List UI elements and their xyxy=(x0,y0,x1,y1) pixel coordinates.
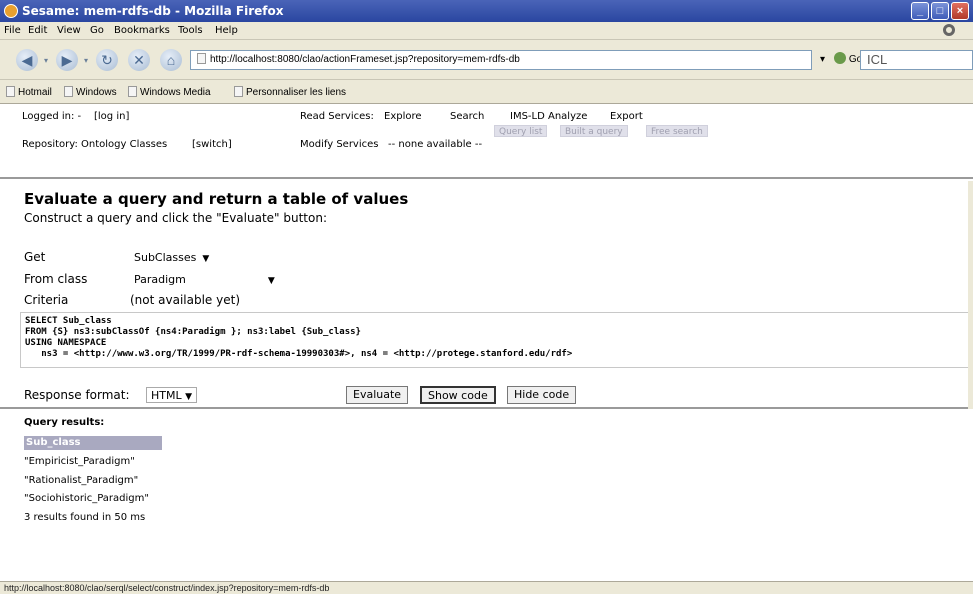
chevron-down-icon: ▼ xyxy=(185,392,193,402)
forward-icon[interactable]: ▶ xyxy=(56,49,78,71)
menu-edit[interactable]: Edit xyxy=(28,25,47,36)
chevron-down-icon: ▼ xyxy=(202,254,210,264)
chevron-down-icon: ▼ xyxy=(267,276,275,286)
bookmarks-toolbar: Hotmail Windows Windows Media Personnali… xyxy=(0,80,973,104)
tab-built-a-query[interactable]: Built a query xyxy=(560,125,628,137)
bookmark-windows-media[interactable]: Windows Media xyxy=(128,86,211,98)
url-bar[interactable]: http://localhost:8080/clao/actionFramese… xyxy=(190,50,812,70)
reload-icon[interactable]: ↻ xyxy=(96,49,118,71)
status-bar: http://localhost:8080/clao/serql/select/… xyxy=(0,581,973,594)
criteria-label: Criteria xyxy=(24,293,69,307)
repository-label: Repository: Ontology Classes xyxy=(22,139,168,150)
table-row: "Sociohistoric_Paradigm" xyxy=(24,493,149,504)
minimize-button[interactable]: _ xyxy=(911,2,929,20)
page-icon xyxy=(128,86,137,97)
explore-link[interactable]: Explore xyxy=(384,111,422,122)
navigation-toolbar: ◀ ▾ ▶ ▾ ↻ ✕ ⌂ http://localhost:8080/clao… xyxy=(0,40,973,80)
page-subtitle: Construct a query and click the "Evaluat… xyxy=(24,211,327,225)
results-column-header: Sub_class xyxy=(24,436,162,450)
page-icon xyxy=(64,86,73,97)
tab-query-list[interactable]: Query list xyxy=(494,125,548,137)
page-icon xyxy=(197,53,206,64)
window-title: Sesame: mem-rdfs-db - Mozilla Firefox xyxy=(22,4,284,18)
menu-go[interactable]: Go xyxy=(90,25,104,36)
get-select[interactable]: SubClasses ▼ xyxy=(134,251,209,264)
ims-ld-analyze-link[interactable]: IMS-LD Analyze xyxy=(510,111,587,122)
query-textarea[interactable]: SELECT Sub_class FROM {S} ns3:subClassOf… xyxy=(20,312,971,368)
response-format-label: Response format: xyxy=(24,388,130,402)
switch-link[interactable]: [switch] xyxy=(192,139,232,150)
window-controls: _ □ × xyxy=(911,2,969,20)
home-icon[interactable]: ⌂ xyxy=(160,49,182,71)
modify-services-value: -- none available -- xyxy=(388,139,483,150)
response-format-select[interactable]: HTML ▼ xyxy=(146,387,198,403)
page-icon xyxy=(6,86,15,97)
url-text: http://localhost:8080/clao/actionFramese… xyxy=(210,54,520,65)
results-heading: Query results: xyxy=(24,417,105,428)
get-label: Get xyxy=(24,250,46,264)
logged-in-label: Logged in: - xyxy=(22,111,82,122)
back-icon[interactable]: ◀ xyxy=(16,49,38,71)
results-frame: Query results: Sub_class "Empiricist_Par… xyxy=(0,411,973,581)
back-dropdown-icon[interactable]: ▾ xyxy=(42,57,50,65)
results-summary: 3 results found in 50 ms xyxy=(24,512,146,523)
stop-icon[interactable]: ✕ xyxy=(128,49,150,71)
from-class-label: From class xyxy=(24,272,88,286)
menu-view[interactable]: View xyxy=(57,25,81,36)
bookmark-windows[interactable]: Windows xyxy=(64,86,117,98)
go-area: ▾ Go xyxy=(820,52,862,65)
tab-free-search[interactable]: Free search xyxy=(646,125,708,137)
bookmark-personnaliser[interactable]: Personnaliser les liens xyxy=(234,86,346,98)
menu-bookmarks[interactable]: Bookmarks xyxy=(114,25,170,36)
url-dropdown-icon[interactable]: ▾ xyxy=(820,54,825,65)
search-input[interactable]: ICL xyxy=(860,50,973,70)
title-bar: Sesame: mem-rdfs-db - Mozilla Firefox _ … xyxy=(0,0,973,22)
menu-tools[interactable]: Tools xyxy=(178,25,203,36)
maximize-button[interactable]: □ xyxy=(931,2,949,20)
throbber-icon xyxy=(943,24,955,36)
page-icon xyxy=(234,86,243,97)
menu-help[interactable]: Help xyxy=(215,25,238,36)
show-code-button[interactable]: Show code xyxy=(420,386,496,404)
go-icon[interactable] xyxy=(833,52,846,64)
close-button[interactable]: × xyxy=(951,2,969,20)
page-title: Evaluate a query and return a table of v… xyxy=(24,190,409,208)
hide-code-button[interactable]: Hide code xyxy=(507,386,577,404)
login-link[interactable]: [log in] xyxy=(94,111,129,122)
header-frame: Logged in: - [log in] Repository: Ontolo… xyxy=(0,105,973,179)
export-link[interactable]: Export xyxy=(610,111,643,122)
search-link[interactable]: Search xyxy=(450,111,484,122)
from-class-select[interactable]: Paradigm ▼ xyxy=(134,273,275,286)
modify-services-label: Modify Services xyxy=(300,139,379,150)
read-services-label: Read Services: xyxy=(300,111,374,122)
criteria-value: (not available yet) xyxy=(130,293,240,307)
menu-file[interactable]: File xyxy=(4,25,21,36)
firefox-icon xyxy=(4,4,18,18)
forward-dropdown-icon[interactable]: ▾ xyxy=(82,57,90,65)
table-row: "Empiricist_Paradigm" xyxy=(24,456,135,467)
scrollbar[interactable] xyxy=(968,181,973,409)
menu-bar: File Edit View Go Bookmarks Tools Help xyxy=(0,22,973,40)
bookmark-hotmail[interactable]: Hotmail xyxy=(6,86,52,98)
evaluate-button[interactable]: Evaluate xyxy=(346,386,409,404)
query-frame: Evaluate a query and return a table of v… xyxy=(0,181,973,409)
table-row: "Rationalist_Paradigm" xyxy=(24,475,139,486)
